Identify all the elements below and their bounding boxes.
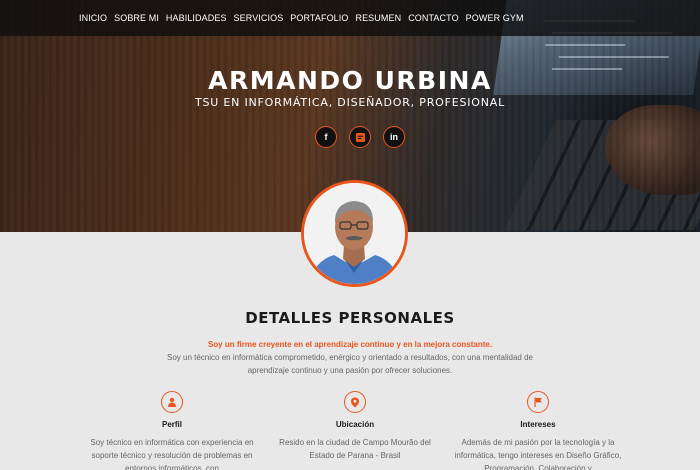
facebook-button[interactable]: f: [315, 126, 337, 148]
nav-item-portafolio[interactable]: PORTAFOLIO: [290, 0, 348, 36]
keyboard-image: [504, 120, 700, 230]
hand-image: [605, 105, 700, 195]
linkedin-icon: in: [390, 132, 398, 142]
feature-text: Soy técnico en informática con experienc…: [90, 438, 254, 470]
feature-title: Intereses: [520, 420, 556, 429]
nav-item-resumen[interactable]: RESUMEN: [355, 0, 401, 36]
nav-item-servicios[interactable]: SERVICIOS: [234, 0, 284, 36]
profile-photo: [304, 183, 405, 284]
feature-text: Resido en la ciudad de Campo Mourão del …: [279, 438, 431, 460]
nav-item-sobre-mi[interactable]: SOBRE MI: [114, 0, 159, 36]
social-links: f in: [315, 126, 405, 148]
section-title: DETALLES PERSONALES: [245, 309, 455, 327]
hero-name: ARMANDO URBINA: [208, 66, 492, 95]
nav-item-contacto[interactable]: CONTACTO: [408, 0, 458, 36]
feature-title: Perfil: [161, 420, 182, 429]
facebook-icon: f: [324, 132, 328, 142]
blog-button[interactable]: [349, 126, 371, 148]
flag-icon: [527, 391, 549, 413]
user-icon: [161, 391, 183, 413]
section-highlight: Soy un firme creyente en el aprendizaje …: [207, 340, 493, 349]
feature-perfil: Perfil Soy técnico en informática con ex…: [87, 391, 257, 470]
blog-icon: [355, 132, 365, 142]
section-description: Soy un técnico en informática comprometi…: [167, 353, 533, 375]
location-pin-icon: [344, 391, 366, 413]
feature-title: Ubicación: [335, 420, 375, 429]
feature-ubicacion: Ubicación Resido en la ciudad de Campo M…: [270, 391, 440, 462]
profile-avatar: [301, 180, 408, 287]
main-navigation: INICIO SOBRE MI HABILIDADES SERVICIOS PO…: [0, 0, 700, 36]
hero-subtitle: TSU EN INFORMÁTICA, DISEÑADOR, PROFESION…: [194, 96, 506, 109]
feature-intereses: Intereses Además de mi pasión por la tec…: [453, 391, 623, 470]
linkedin-button[interactable]: in: [383, 126, 405, 148]
nav-item-inicio[interactable]: INICIO: [79, 0, 107, 36]
feature-text: Además de mi pasión por la tecnología y …: [454, 438, 622, 470]
nav-item-habilidades[interactable]: HABILIDADES: [166, 0, 227, 36]
nav-item-power-gym[interactable]: POWER GYM: [466, 0, 524, 36]
